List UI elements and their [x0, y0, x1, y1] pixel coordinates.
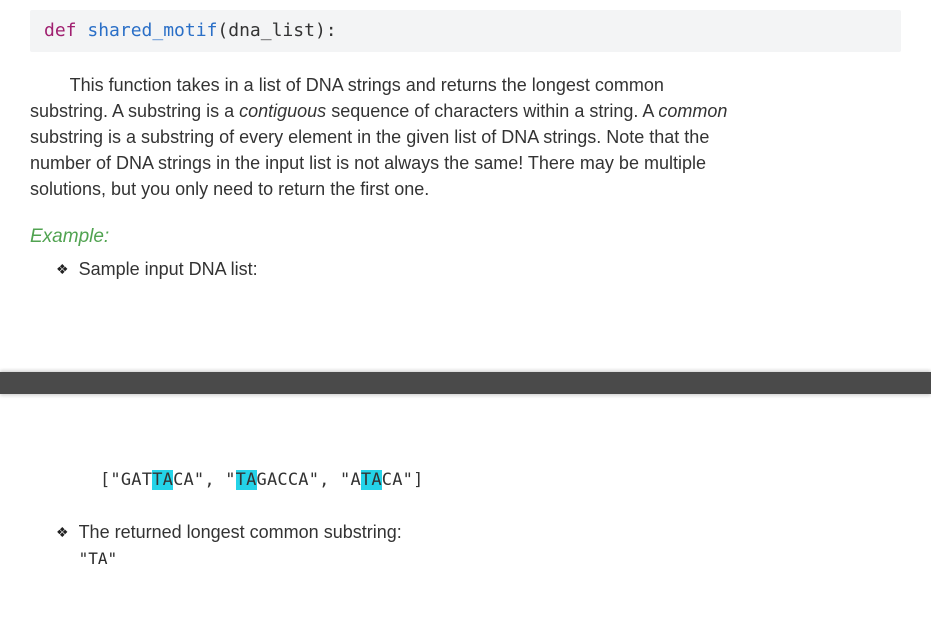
page-break-bar	[0, 372, 931, 394]
dna-sample-list: ["GATTACA", "TAGACCA", "ATACA"]	[100, 468, 901, 493]
code-keyword-def: def	[44, 20, 77, 41]
description-paragraph: This function takes in a list of DNA str…	[30, 72, 901, 202]
diamond-icon: ❖	[56, 519, 69, 545]
desc-line-5: solutions, but you only need to return t…	[30, 179, 429, 199]
bullet-sample-input: ❖ Sample input DNA list:	[56, 256, 901, 282]
result-value: "TA"	[79, 547, 402, 570]
bullet-returned: ❖ The returned longest common substring:…	[56, 519, 901, 570]
dna-seg-2: GACCA", "A	[257, 470, 361, 490]
desc-line-2a: substring. A substring is a	[30, 101, 239, 121]
bullet-sample-input-text: Sample input DNA list:	[79, 256, 258, 282]
document-page-2: ["GATTACA", "TAGACCA", "ATACA"] ❖ The re…	[0, 468, 931, 590]
example-label: Example:	[30, 223, 901, 251]
desc-em-common: common	[658, 101, 727, 121]
desc-line-3: substring is a substring of every elemen…	[30, 127, 709, 147]
dna-seg-1: CA", "	[173, 470, 236, 490]
code-block-def: def shared_motif(dna_list):	[30, 10, 901, 52]
dna-highlight-2: TA	[236, 470, 257, 490]
dna-seg-open: ["GAT	[100, 470, 152, 490]
desc-em-contiguous: contiguous	[239, 101, 326, 121]
desc-line-4: number of DNA strings in the input list …	[30, 153, 706, 173]
code-params: (dna_list):	[217, 20, 336, 41]
dna-highlight-1: TA	[152, 470, 173, 490]
bullet-returned-text: The returned longest common substring:	[79, 522, 402, 542]
diamond-icon: ❖	[56, 256, 69, 282]
document-page: def shared_motif(dna_list): This functio…	[0, 0, 931, 302]
dna-highlight-3: TA	[361, 470, 382, 490]
code-function-name: shared_motif	[87, 20, 217, 41]
desc-line-2b: sequence of characters within a string. …	[326, 101, 658, 121]
desc-line-1: This function takes in a list of DNA str…	[70, 75, 664, 95]
dna-seg-3: CA"]	[382, 470, 424, 490]
